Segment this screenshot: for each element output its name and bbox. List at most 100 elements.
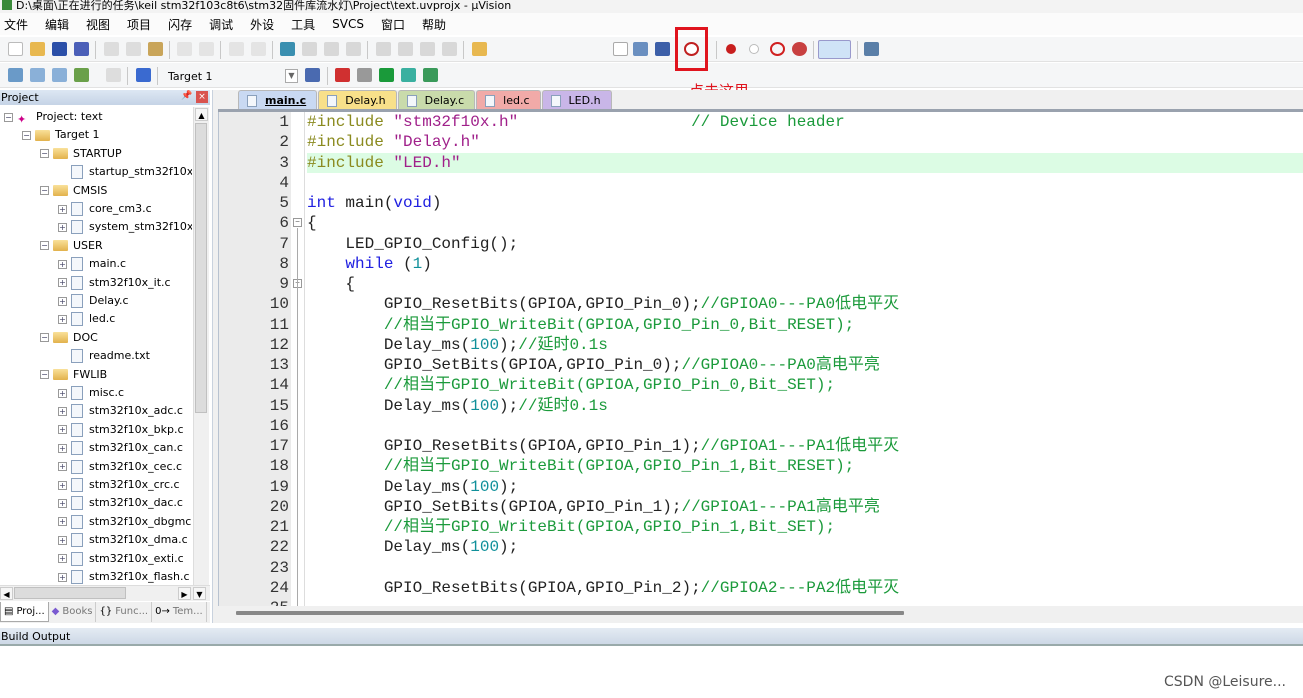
- expand-icon[interactable]: +: [58, 278, 67, 288]
- bookmark-icon[interactable]: [280, 42, 295, 56]
- code-line[interactable]: 3 #include "LED.h": [219, 152, 1303, 173]
- code-line[interactable]: 14 //相当于GPIO_WriteBit(GPIOA,GPIO_Pin_0,B…: [219, 375, 1303, 395]
- expand-icon[interactable]: +: [58, 480, 67, 490]
- tree-item[interactable]: − Target 1: [22, 126, 100, 144]
- expand-icon[interactable]: +: [58, 535, 67, 545]
- incremental-find-icon[interactable]: [633, 42, 648, 56]
- redo-icon[interactable]: [199, 42, 214, 56]
- breakpoint-icon[interactable]: [726, 44, 736, 54]
- translate-icon[interactable]: [8, 68, 23, 82]
- tree-item[interactable]: + stm32f10x_crc.c: [58, 476, 180, 494]
- expand-icon[interactable]: +: [58, 425, 67, 435]
- code-line[interactable]: 11 //相当于GPIO_WriteBit(GPIOA,GPIO_Pin_0,B…: [219, 315, 1303, 335]
- code-editor[interactable]: 1 #include "stm32f10x.h" // Device header…: [218, 112, 1303, 606]
- manage-project-items-icon[interactable]: [335, 68, 350, 82]
- new-file-icon[interactable]: [8, 42, 23, 56]
- code-line[interactable]: 24 GPIO_ResetBits(GPIOA,GPIO_Pin_2);//GP…: [219, 578, 1303, 598]
- stop-build-icon[interactable]: [106, 68, 121, 82]
- pack-installer-icon[interactable]: [401, 68, 416, 82]
- tree-horizontal-scroll-thumb[interactable]: [14, 587, 126, 599]
- code-line[interactable]: 23: [219, 558, 1303, 578]
- tree-item[interactable]: − CMSIS: [40, 182, 107, 200]
- target-select[interactable]: Target 1 ▼: [163, 68, 298, 85]
- code-line[interactable]: 13 GPIO_SetBits(GPIOA,GPIO_Pin_0);//GPIO…: [219, 355, 1303, 375]
- tree-item[interactable]: − USER: [40, 237, 103, 255]
- tree-item[interactable]: + stm32f10x_can.c: [58, 439, 183, 457]
- code-line[interactable]: 20 GPIO_SetBits(GPIOA,GPIO_Pin_1);//GPIO…: [219, 497, 1303, 517]
- copy-icon[interactable]: [126, 42, 141, 56]
- pin-icon[interactable]: 📌: [181, 91, 192, 101]
- fold-toggle-icon[interactable]: −: [293, 218, 302, 228]
- tree-item[interactable]: + stm32f10x_dbgmcu.c: [58, 513, 192, 531]
- collapse-icon[interactable]: −: [40, 241, 49, 251]
- navigate-forward-icon[interactable]: [251, 42, 266, 56]
- collapse-icon[interactable]: −: [40, 149, 49, 159]
- menu-peripherals[interactable]: 外设: [250, 16, 274, 33]
- tree-item[interactable]: + stm32f10x_flash.c: [58, 568, 190, 585]
- tree-item[interactable]: + core_cm3.c: [58, 200, 152, 218]
- expand-icon[interactable]: +: [58, 204, 67, 214]
- paste-icon[interactable]: [148, 42, 163, 56]
- tree-item[interactable]: + main.c: [58, 255, 126, 273]
- code-line[interactable]: 25: [219, 598, 1303, 606]
- cut-icon[interactable]: [104, 42, 119, 56]
- tree-item[interactable]: + stm32f10x_exti.c: [58, 550, 184, 568]
- collapse-icon[interactable]: −: [22, 130, 31, 140]
- expand-icon[interactable]: +: [58, 498, 67, 508]
- scroll-up-icon[interactable]: ▲: [195, 108, 208, 121]
- find-dropdown[interactable]: [613, 42, 628, 56]
- expand-icon[interactable]: +: [58, 554, 67, 564]
- code-line[interactable]: 18 //相当于GPIO_WriteBit(GPIOA,GPIO_Pin_1,B…: [219, 456, 1303, 476]
- menu-project[interactable]: 项目: [127, 16, 151, 33]
- menu-help[interactable]: 帮助: [422, 16, 446, 33]
- manage-run-time-env-icon[interactable]: [379, 68, 394, 82]
- configure-icon[interactable]: [864, 42, 879, 56]
- undo-icon[interactable]: [177, 42, 192, 56]
- editor-tab[interactable]: Delay.h: [318, 90, 397, 110]
- tab-templates[interactable]: 0→ Tem...: [152, 602, 207, 622]
- code-line[interactable]: 1 #include "stm32f10x.h" // Device header: [219, 112, 1303, 132]
- kill-all-breakpoints-icon[interactable]: [792, 42, 807, 56]
- tree-item[interactable]: + stm32f10x_dma.c: [58, 531, 188, 549]
- tree-item[interactable]: − FWLIB: [40, 366, 107, 384]
- expand-icon[interactable]: +: [58, 222, 67, 232]
- collapse-icon[interactable]: −: [40, 370, 49, 380]
- comment-icon[interactable]: [420, 42, 435, 56]
- tree-item[interactable]: + stm32f10x_bkp.c: [58, 421, 184, 439]
- tree-item[interactable]: + stm32f10x_dac.c: [58, 494, 183, 512]
- browse-icon[interactable]: [655, 42, 670, 56]
- tree-item[interactable]: − ✦ Project: text: [4, 108, 103, 126]
- code-line[interactable]: 15 Delay_ms(100);//延时0.1s: [219, 396, 1303, 416]
- next-bookmark-icon[interactable]: [324, 42, 339, 56]
- tree-vertical-scroll-thumb[interactable]: [195, 123, 207, 413]
- expand-icon[interactable]: +: [58, 517, 67, 527]
- code-line[interactable]: 10 GPIO_ResetBits(GPIOA,GPIO_Pin_0);//GP…: [219, 294, 1303, 314]
- code-line[interactable]: 19 Delay_ms(100);: [219, 477, 1303, 497]
- tree-item[interactable]: + Delay.c: [58, 292, 129, 310]
- unindent-icon[interactable]: [398, 42, 413, 56]
- open-file-icon[interactable]: [30, 42, 45, 56]
- options-for-target-icon[interactable]: [305, 68, 320, 82]
- scroll-down-icon[interactable]: ▼: [193, 587, 206, 600]
- scroll-left-icon[interactable]: ◀: [0, 587, 13, 600]
- menu-view[interactable]: 视图: [86, 16, 110, 33]
- close-icon[interactable]: ×: [196, 91, 208, 103]
- code-line[interactable]: 22 Delay_ms(100);: [219, 537, 1303, 557]
- code-line[interactable]: 6−{: [219, 213, 1303, 233]
- code-line[interactable]: 8 while (1): [219, 254, 1303, 274]
- expand-icon[interactable]: +: [58, 406, 67, 416]
- expand-icon[interactable]: +: [58, 388, 67, 398]
- navigate-back-icon[interactable]: [229, 42, 244, 56]
- menu-debug[interactable]: 调试: [209, 16, 233, 33]
- uncomment-icon[interactable]: [442, 42, 457, 56]
- code-line[interactable]: 4: [219, 173, 1303, 193]
- batch-build-icon[interactable]: [74, 68, 89, 82]
- code-line[interactable]: 9− {: [219, 274, 1303, 294]
- code-line[interactable]: 2 #include "Delay.h": [219, 132, 1303, 152]
- menu-tools[interactable]: 工具: [291, 16, 315, 33]
- expand-icon[interactable]: +: [58, 462, 67, 472]
- code-line[interactable]: 17 GPIO_ResetBits(GPIOA,GPIO_Pin_1);//GP…: [219, 436, 1303, 456]
- tree-item[interactable]: startup_stm32f10x_hd.s: [58, 163, 192, 181]
- tab-functions[interactable]: {} Func...: [96, 602, 153, 622]
- tree-item[interactable]: + stm32f10x_adc.c: [58, 402, 183, 420]
